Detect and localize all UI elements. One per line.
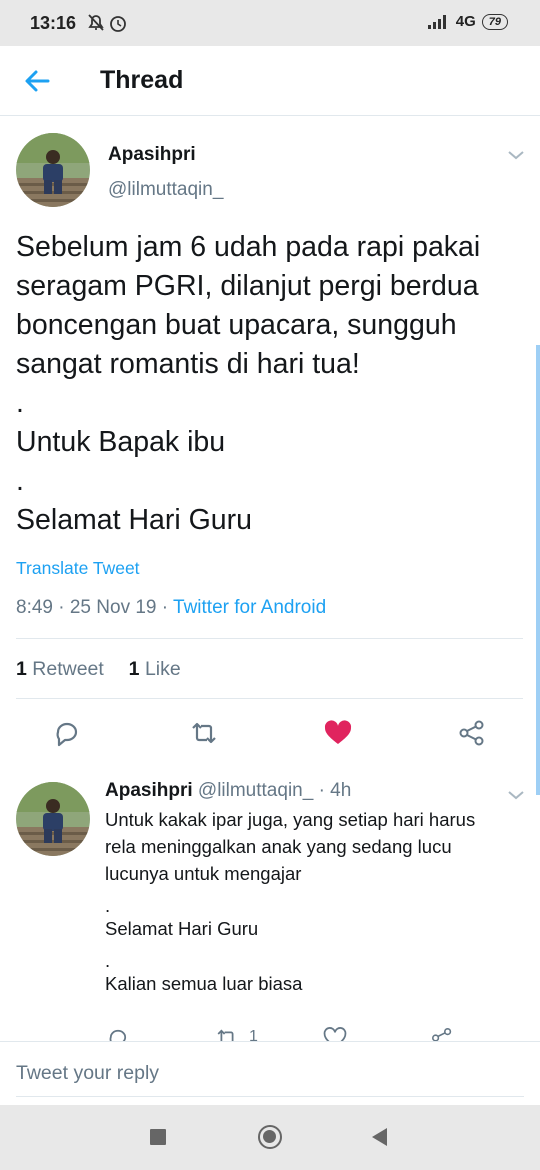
translate-tweet-link[interactable]: Translate Tweet — [16, 558, 140, 579]
page-title: Thread — [100, 66, 184, 94]
tweet-source-link[interactable]: Twitter for Android — [173, 597, 326, 618]
app-header: Thread — [0, 46, 540, 116]
scrollbar[interactable] — [536, 345, 540, 795]
reply-text: Untuk kakak ipar juga, yang setiap hari … — [105, 806, 525, 997]
tweet-timestamp: 8:49 · 25 Nov 19 · — [16, 597, 174, 618]
like-label[interactable]: Like — [145, 658, 181, 680]
tweet-author-handle[interactable]: @lilmuttaqin_ — [108, 179, 223, 201]
divider — [16, 1096, 524, 1097]
system-nav-bar — [0, 1105, 540, 1170]
tweet-text-line: seragam PGRI, dilanjut pergi berdua — [16, 270, 479, 302]
tweet-text-line: . — [16, 465, 24, 497]
reply-author[interactable]: Apasihpri @lilmuttaqin_ · 4h — [105, 780, 351, 802]
reply-input[interactable]: Tweet your reply — [16, 1062, 159, 1085]
tweet-text-line: Sebelum jam 6 udah pada rapi pakai — [16, 231, 481, 263]
recents-icon[interactable] — [150, 1129, 166, 1145]
tweet-stats: 1 Retweet 1 Like — [16, 658, 181, 681]
reply-text-line: Kalian semua luar biasa — [105, 973, 303, 994]
network-label: 4G — [455, 13, 476, 30]
status-time: 13:16 — [30, 13, 77, 33]
home-icon[interactable] — [258, 1125, 282, 1149]
back-triangle-icon[interactable] — [372, 1128, 387, 1146]
tweet-text-line: Selamat Hari Guru — [16, 504, 253, 536]
divider — [16, 638, 523, 639]
tweet-text-line: boncengan buat upacara, sungguh — [16, 309, 457, 341]
retweet-icon[interactable] — [188, 718, 220, 748]
reply-icon[interactable] — [106, 1026, 130, 1042]
like-count: 1 — [128, 658, 140, 680]
reply-text-line: rela meninggalkan anak yang sedang lucu — [105, 836, 452, 857]
tweet-author-name[interactable]: Apasihpri — [108, 144, 196, 166]
tweet-text-line: Untuk Bapak ibu — [16, 426, 226, 458]
chevron-down-icon[interactable] — [507, 148, 525, 166]
reply-handle-time: @lilmuttaqin_ · 4h — [197, 780, 352, 801]
signal-icon — [427, 14, 446, 29]
back-arrow-icon[interactable] — [22, 66, 54, 96]
reply-text-line: Selamat Hari Guru — [105, 918, 259, 939]
reply-text-line: . — [105, 950, 111, 971]
reply-author-name: Apasihpri — [105, 780, 193, 801]
reply-action-bar: 1 — [0, 1024, 540, 1042]
reply-text-line: lucunya untuk mengajar — [105, 863, 302, 884]
reply-composer[interactable]: Tweet your reply — [0, 1041, 540, 1105]
retweet-icon[interactable] — [214, 1026, 240, 1042]
share-icon[interactable] — [457, 718, 487, 748]
reply-avatar[interactable] — [16, 782, 90, 856]
retweet-label[interactable]: Retweet — [32, 658, 104, 680]
tweet-text: Sebelum jam 6 udah pada rapi pakai serag… — [16, 228, 526, 540]
reply-text-line: . — [105, 895, 111, 916]
divider — [16, 698, 523, 699]
alarm-icons — [86, 12, 128, 39]
retweet-count: 1 — [16, 658, 27, 680]
tweet-text-line: . — [16, 387, 24, 419]
like-heart-icon[interactable] — [323, 1026, 347, 1042]
like-heart-icon[interactable] — [323, 718, 353, 748]
status-right: 4G 79 — [427, 13, 508, 30]
tweet-text-line: sangat romantis di hari tua! — [16, 348, 360, 380]
status-bar: 13:16 4G 79 — [0, 0, 540, 46]
share-icon[interactable] — [430, 1026, 454, 1042]
tweet-meta: 8:49 · 25 Nov 19 · Twitter for Android — [16, 597, 326, 619]
reply-retweet-count: 1 — [249, 1028, 258, 1042]
reply-text-line: Untuk kakak ipar juga, yang setiap hari … — [105, 809, 476, 830]
chevron-down-icon[interactable] — [507, 788, 525, 806]
reply-icon[interactable] — [52, 718, 82, 748]
avatar[interactable] — [16, 133, 90, 207]
battery-indicator: 79 — [481, 13, 508, 30]
